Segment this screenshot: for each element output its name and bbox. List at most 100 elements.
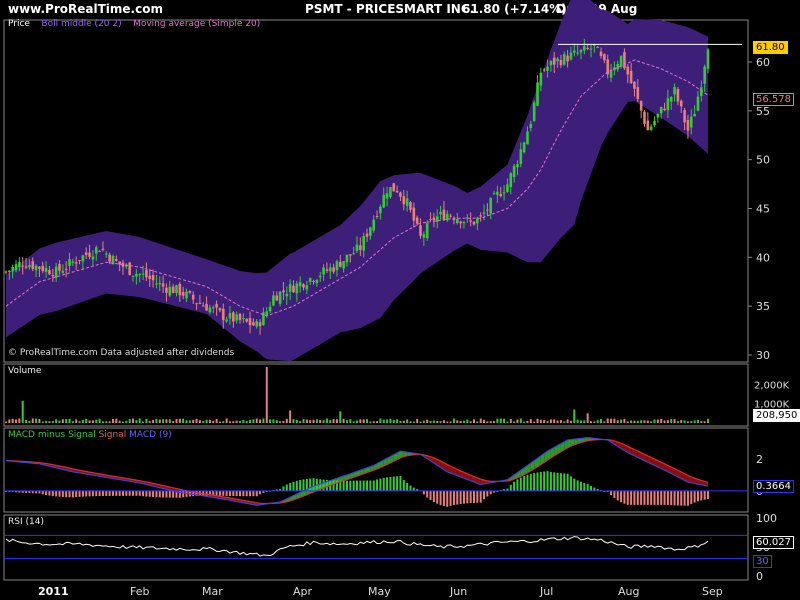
volume-bar	[255, 418, 258, 423]
volume-bar	[5, 421, 7, 423]
volume-bar	[78, 421, 81, 423]
volume-bar	[212, 420, 215, 423]
volume-bar	[265, 366, 268, 423]
volume-bar	[339, 411, 342, 423]
volume-bar	[489, 421, 492, 423]
candle-body	[278, 291, 282, 304]
macd-hist-bar	[509, 484, 512, 491]
volume-bar	[218, 421, 221, 423]
macd-hist-bar	[142, 490, 145, 497]
volume-bar	[155, 418, 158, 423]
macd-hist-bar	[292, 481, 295, 491]
candle-body	[569, 52, 573, 60]
volume-bar	[636, 420, 639, 423]
candle-body	[252, 322, 255, 326]
volume-bar	[499, 418, 502, 423]
volume-bar	[449, 421, 452, 423]
volume-bar	[519, 418, 522, 423]
macd-hist-bar	[349, 480, 352, 491]
candle-body	[439, 211, 442, 215]
candle-body	[415, 217, 419, 224]
candle-body	[442, 209, 446, 220]
volume-tick-label: 2,000K	[754, 380, 790, 391]
volume-bar	[162, 419, 165, 423]
volume-bar	[620, 419, 623, 423]
macd-hist-bar	[41, 490, 44, 495]
macd-hist-bar	[436, 490, 439, 504]
macd-hist-bar	[309, 478, 312, 491]
candle-body	[308, 278, 312, 282]
candle-body	[566, 55, 569, 62]
candle-body	[375, 215, 379, 217]
macd-hist-bar	[663, 490, 666, 505]
macd-hist-bar	[372, 480, 375, 491]
candle-body	[663, 108, 666, 111]
candle-body	[572, 50, 576, 53]
volume-bar	[600, 418, 603, 423]
volume-bar	[252, 419, 255, 423]
candle-body	[211, 307, 215, 309]
macd-hist-bar	[165, 490, 168, 498]
volume-value-tag: 208,950	[753, 409, 800, 422]
volume-bar	[412, 421, 415, 423]
macd-hist-bar	[322, 479, 325, 491]
candle-body	[382, 194, 386, 208]
macd-hist-bar	[650, 490, 653, 505]
volume-bar	[509, 419, 512, 423]
candle-body	[522, 142, 526, 153]
volume-bar	[352, 421, 355, 423]
candle-body	[673, 86, 676, 95]
candle-body	[215, 303, 218, 308]
volume-bar	[372, 421, 375, 423]
volume-bar	[696, 419, 699, 423]
candle-body	[21, 265, 25, 267]
candle-body	[165, 287, 168, 293]
candle-body	[389, 187, 392, 198]
candle-body	[385, 193, 389, 199]
volume-bar	[198, 420, 201, 423]
candle-body	[412, 207, 416, 221]
macd-hist-bar	[386, 477, 389, 491]
candle-body	[188, 291, 192, 293]
volume-bar	[249, 419, 252, 423]
bollinger-band	[6, 0, 708, 362]
candle-body	[506, 184, 509, 192]
volume-bar	[503, 418, 506, 423]
macd-hist-bar	[95, 490, 98, 497]
stock-chart[interactable]: 303540455055601,000K2,000K20050100	[0, 0, 800, 600]
candle-body	[58, 264, 61, 271]
candle-body	[349, 254, 352, 256]
candle-body	[84, 252, 88, 255]
candle-body	[8, 270, 11, 273]
candle-body	[459, 221, 462, 224]
macd-hist-bar	[523, 475, 526, 491]
candle-body	[476, 218, 479, 224]
volume-bar	[222, 421, 225, 423]
macd-hist-bar	[235, 490, 238, 497]
volume-bar	[432, 420, 435, 423]
candle-body	[145, 270, 148, 278]
macd-hist-bar	[469, 490, 472, 504]
panel-frame-2	[3, 427, 749, 513]
month-label: Feb	[130, 585, 150, 598]
volume-bar	[673, 419, 676, 423]
candle-body	[195, 303, 198, 305]
macd-hist-bar	[152, 490, 155, 498]
volume-bar	[178, 418, 181, 423]
candle-body	[318, 275, 322, 278]
candle-body	[502, 192, 506, 194]
macd-hist-bar	[456, 490, 459, 505]
candle-body	[201, 305, 205, 307]
macd-hist-bar	[389, 476, 392, 491]
volume-bar	[483, 419, 486, 423]
macd-hist-bar	[295, 480, 298, 491]
month-label: Jun	[450, 585, 468, 598]
macd-hist-bar	[670, 490, 673, 506]
volume-bar	[145, 418, 148, 423]
candle-body	[342, 260, 345, 269]
volume-bar	[152, 420, 155, 423]
macd-hist-bar	[215, 490, 218, 496]
volume-bar	[309, 420, 312, 423]
candle-body	[539, 72, 543, 86]
candle-body	[586, 47, 589, 49]
